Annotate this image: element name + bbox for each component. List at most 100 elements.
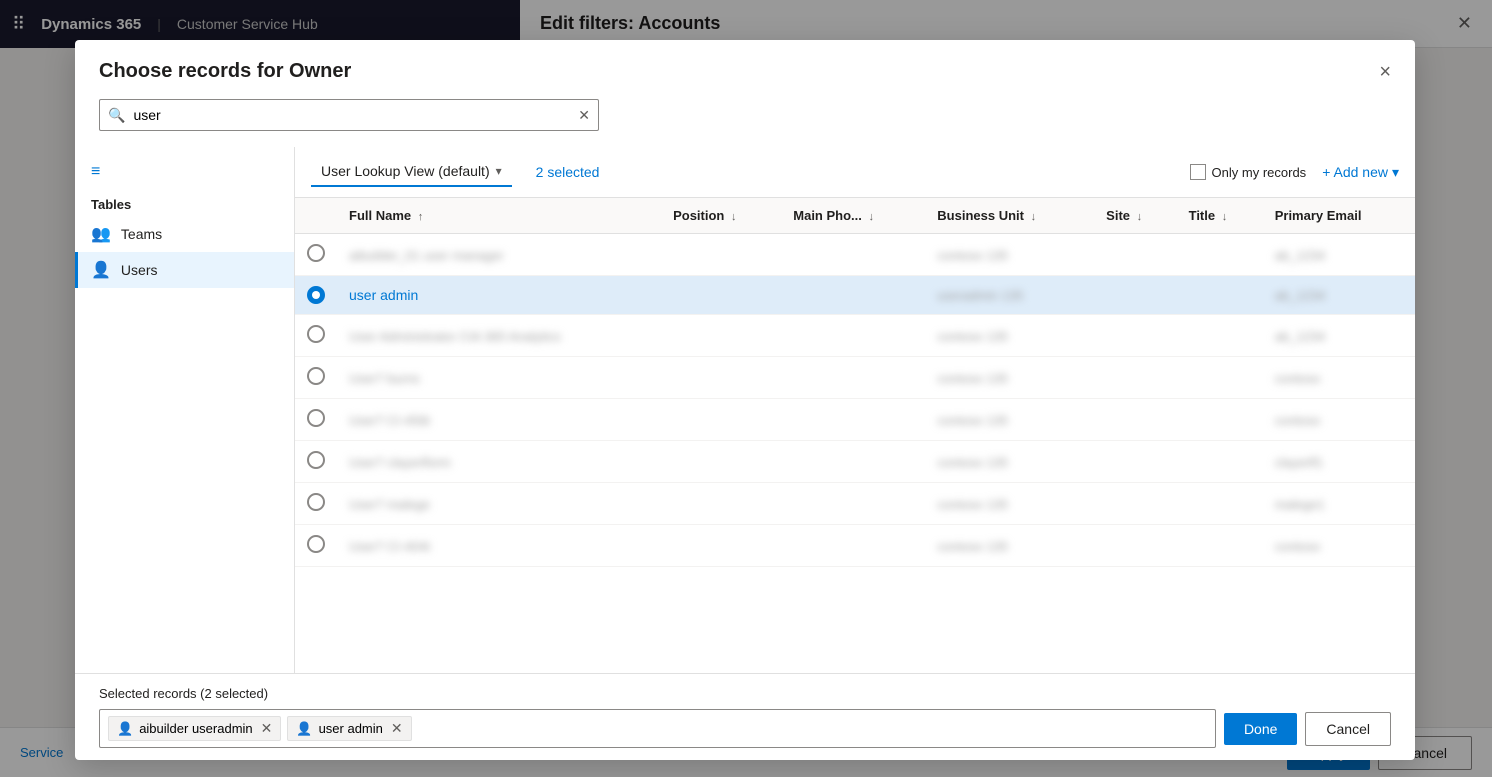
row-radio-5[interactable] bbox=[307, 451, 325, 469]
chip-user-icon-2: 👤 bbox=[296, 721, 312, 737]
users-label: Users bbox=[121, 262, 158, 278]
cell-name-text: aibuilder_01 user manager bbox=[349, 248, 504, 263]
row-radio-7[interactable] bbox=[307, 535, 325, 553]
cell-bu: contoso 135 bbox=[925, 399, 1094, 441]
done-button[interactable]: Done bbox=[1224, 713, 1297, 745]
col-email[interactable]: Primary Email bbox=[1263, 198, 1415, 234]
modal-header: Choose records for Owner × bbox=[75, 40, 1415, 99]
only-my-records-checkbox[interactable] bbox=[1190, 164, 1206, 180]
footer-row: 👤 aibuilder useradmin ✕ 👤 user admin ✕ D… bbox=[99, 709, 1391, 748]
tables-section-label: Tables bbox=[75, 189, 294, 216]
cell-phone bbox=[781, 234, 925, 276]
cell-phone bbox=[781, 357, 925, 399]
cell-phone bbox=[781, 399, 925, 441]
site-sort-icon[interactable]: ↓ bbox=[1137, 211, 1143, 223]
search-icon: 🔍 bbox=[108, 107, 125, 124]
cell-title bbox=[1177, 357, 1263, 399]
sidebar-item-teams[interactable]: 👥 Teams bbox=[75, 216, 294, 252]
table-row[interactable]: User Administrator CIA 365 Analytics cont… bbox=[295, 315, 1415, 357]
add-new-label: + Add new bbox=[1322, 164, 1388, 180]
row-radio-0[interactable] bbox=[307, 244, 325, 262]
add-new-button[interactable]: + Add new ▾ bbox=[1322, 164, 1399, 181]
cell-bu: contoso 135 bbox=[925, 483, 1094, 525]
cell-site bbox=[1094, 276, 1176, 315]
cell-email: malege1 bbox=[1263, 483, 1415, 525]
cell-position bbox=[661, 276, 781, 315]
cell-email: ab_1234 bbox=[1263, 315, 1415, 357]
cell-phone bbox=[781, 315, 925, 357]
cell-position bbox=[661, 525, 781, 567]
only-my-records-container: Only my records bbox=[1190, 164, 1307, 180]
view-chevron-icon: ▾ bbox=[496, 164, 502, 178]
cell-email: contoso bbox=[1263, 399, 1415, 441]
chip-remove-2[interactable]: ✕ bbox=[391, 720, 403, 737]
row-radio-6[interactable] bbox=[307, 493, 325, 511]
row-radio-3[interactable] bbox=[307, 367, 325, 385]
records-table: Full Name ↑ Position ↓ Main Pho... ↓ bbox=[295, 198, 1415, 567]
cell-site bbox=[1094, 234, 1176, 276]
col-phone[interactable]: Main Pho... ↓ bbox=[781, 198, 925, 234]
row-radio-2[interactable] bbox=[307, 325, 325, 343]
table-row[interactable]: User? clayerlformcontoso 135clayerlf1 bbox=[295, 441, 1415, 483]
cell-position bbox=[661, 483, 781, 525]
cell-site bbox=[1094, 441, 1176, 483]
cell-name: User? CI-404t bbox=[337, 525, 661, 567]
selected-chips-container: 👤 aibuilder useradmin ✕ 👤 user admin ✕ bbox=[99, 709, 1216, 748]
modal-main-content: User Lookup View (default) ▾ 2 selected … bbox=[295, 147, 1415, 673]
selected-records-label: Selected records (2 selected) bbox=[99, 686, 1391, 701]
row-radio-1[interactable] bbox=[307, 286, 325, 304]
col-bu[interactable]: Business Unit ↓ bbox=[925, 198, 1094, 234]
modal-sidebar-header: ≡ bbox=[75, 159, 294, 189]
cell-title bbox=[1177, 483, 1263, 525]
cell-name-text: User? CI-456t bbox=[349, 413, 430, 428]
bu-sort-icon[interactable]: ↓ bbox=[1031, 211, 1037, 223]
cell-bu: contoso 135 bbox=[925, 357, 1094, 399]
table-row[interactable]: User? CI-456t contoso 135 contoso bbox=[295, 399, 1415, 441]
position-sort-icon[interactable]: ↓ bbox=[731, 211, 737, 223]
phone-sort-icon[interactable]: ↓ bbox=[869, 211, 875, 223]
cell-name: User? CI-456t bbox=[337, 399, 661, 441]
cell-bu: contoso 135 bbox=[925, 525, 1094, 567]
cell-site bbox=[1094, 315, 1176, 357]
table-row[interactable]: user adminuseradmin 135ab_1234 bbox=[295, 276, 1415, 315]
col-position[interactable]: Position ↓ bbox=[661, 198, 781, 234]
table-row[interactable]: aibuilder_01 user managercontoso 135ab_1… bbox=[295, 234, 1415, 276]
cell-bu: contoso 135 bbox=[925, 315, 1094, 357]
table-row[interactable]: User? CI-404tcontoso 135contoso bbox=[295, 525, 1415, 567]
modal-footer: Selected records (2 selected) 👤 aibuilde… bbox=[75, 673, 1415, 760]
title-sort-icon[interactable]: ↓ bbox=[1222, 211, 1228, 223]
row-radio-4[interactable] bbox=[307, 409, 325, 427]
search-clear-icon[interactable]: ✕ bbox=[578, 107, 590, 124]
cell-title bbox=[1177, 525, 1263, 567]
chip-useradmin: 👤 user admin ✕ bbox=[287, 716, 411, 741]
table-header: Full Name ↑ Position ↓ Main Pho... ↓ bbox=[295, 198, 1415, 234]
modal-body: ≡ Tables 👥 Teams 👤 Users User Lookup Vie… bbox=[75, 147, 1415, 673]
fullname-sort-icon[interactable]: ↑ bbox=[418, 211, 424, 223]
cell-phone bbox=[781, 276, 925, 315]
table-row[interactable]: User? malege contoso 135 malege1 bbox=[295, 483, 1415, 525]
cell-position bbox=[661, 441, 781, 483]
cell-name: User? clayerlform bbox=[337, 441, 661, 483]
cell-bu: contoso 135 bbox=[925, 234, 1094, 276]
toolbar-left: User Lookup View (default) ▾ 2 selected bbox=[311, 157, 607, 187]
sidebar-item-users[interactable]: 👤 Users bbox=[75, 252, 294, 288]
cell-title bbox=[1177, 234, 1263, 276]
col-checkbox bbox=[295, 198, 337, 234]
cell-name-text: User? malege bbox=[349, 497, 430, 512]
col-fullname[interactable]: Full Name ↑ bbox=[337, 198, 661, 234]
modal-close-icon[interactable]: × bbox=[1379, 62, 1391, 82]
col-title[interactable]: Title ↓ bbox=[1177, 198, 1263, 234]
modal-table: Full Name ↑ Position ↓ Main Pho... ↓ bbox=[295, 198, 1415, 673]
table-row[interactable]: User? burnscontoso 135contoso bbox=[295, 357, 1415, 399]
chip-remove-1[interactable]: ✕ bbox=[261, 720, 273, 737]
modal-sidebar: ≡ Tables 👥 Teams 👤 Users bbox=[75, 147, 295, 673]
cell-name-text: User Administrator CIA 365 Analytics bbox=[349, 329, 561, 344]
cancel-modal-button[interactable]: Cancel bbox=[1305, 712, 1391, 746]
view-selector[interactable]: User Lookup View (default) ▾ bbox=[311, 157, 512, 187]
cell-phone bbox=[781, 483, 925, 525]
selected-badge[interactable]: 2 selected bbox=[528, 158, 608, 186]
search-input[interactable] bbox=[133, 100, 578, 130]
modal-title: Choose records for Owner bbox=[99, 60, 351, 83]
col-site[interactable]: Site ↓ bbox=[1094, 198, 1176, 234]
user-link[interactable]: user admin bbox=[349, 287, 418, 303]
